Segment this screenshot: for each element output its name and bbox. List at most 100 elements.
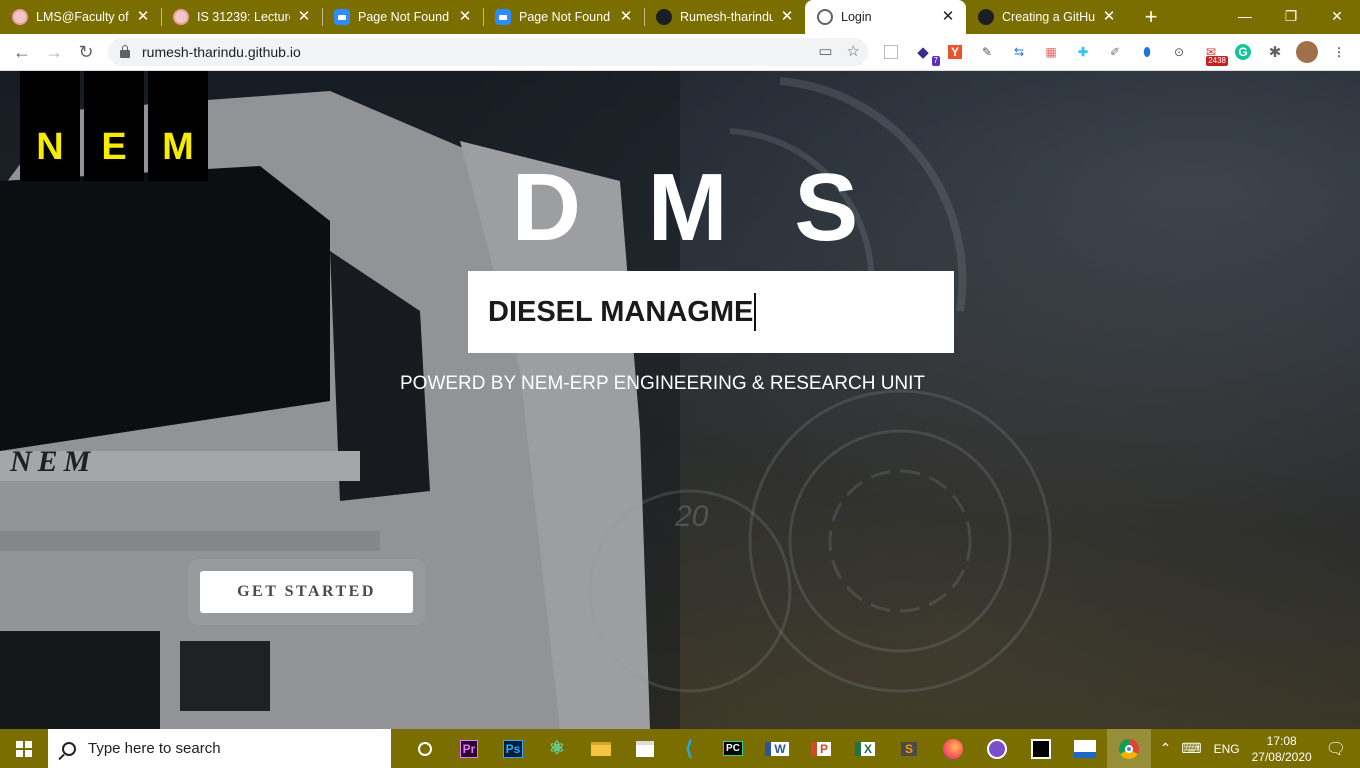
zoom-icon — [334, 9, 350, 25]
extension-dropper-icon[interactable]: ✐ — [1102, 40, 1128, 64]
restore-icon[interactable]: ❐ — [1268, 0, 1314, 32]
atom-icon[interactable]: ⚛ — [535, 729, 579, 768]
word-icon[interactable]: W — [755, 729, 799, 768]
github-icon — [656, 9, 672, 25]
extension-table-icon[interactable]: ▦ — [1038, 40, 1064, 64]
clock-date: 27/08/2020 — [1251, 749, 1312, 764]
sublime-icon[interactable]: S — [887, 729, 931, 768]
close-icon[interactable]: ✕ — [1101, 9, 1117, 25]
logo-letter: N — [20, 71, 80, 181]
logo-letter: E — [84, 71, 144, 181]
get-started-button[interactable]: GET STARTED — [200, 571, 413, 613]
pycharm-icon[interactable]: PC — [711, 729, 755, 768]
close-window-icon[interactable]: ✕ — [1314, 0, 1360, 32]
tab-page-not-found-1[interactable]: Page Not Found - ✕ — [322, 0, 483, 34]
globe-icon — [817, 9, 833, 25]
tab-creating-github[interactable]: Creating a GitHub ✕ — [966, 0, 1127, 34]
clock-time: 17:08 — [1266, 733, 1297, 748]
browser-tab-strip: LMS@Faculty of A ✕ IS 31239: Lecture ✕ P… — [0, 0, 1360, 34]
system-tray: ⌃ ⌨ ENG 17:08 27/08/2020 🗨 — [1160, 729, 1360, 768]
tab-title: Rumesh-tharindu/ — [680, 10, 773, 24]
forward-icon[interactable]: → — [38, 36, 70, 68]
reload-icon[interactable]: ↻ — [70, 36, 102, 68]
logo-letter: M — [148, 71, 208, 181]
close-icon[interactable]: ✕ — [618, 9, 634, 25]
url-text: rumesh-tharindu.github.io — [142, 44, 301, 60]
task-view-icon[interactable] — [403, 729, 447, 768]
back-icon[interactable]: ← — [6, 36, 38, 68]
inkscape-icon[interactable] — [1019, 729, 1063, 768]
zoom-icon — [495, 9, 511, 25]
language-indicator[interactable]: ENG — [1214, 742, 1240, 756]
extension-code-icon[interactable]: ⊙ — [1166, 40, 1192, 64]
store-icon[interactable] — [623, 729, 667, 768]
taskbar-apps: Pr Ps ⚛ ⟨ PC W P X S — [403, 729, 1151, 768]
extension-y-icon[interactable]: Y — [942, 40, 968, 64]
minimize-icon[interactable]: — — [1222, 0, 1268, 32]
powerpoint-icon[interactable]: P — [799, 729, 843, 768]
web-page: NEM 20 N E M D M S DIESEL MANAGME POWERD… — [0, 71, 1360, 729]
firefox-icon[interactable] — [931, 729, 975, 768]
window-controls: — ❐ ✕ — [1222, 0, 1360, 32]
tab-title: Page Not Found - — [358, 10, 451, 24]
clock[interactable]: 17:08 27/08/2020 — [1252, 733, 1312, 765]
notification-icon[interactable]: 🗨 — [1326, 739, 1346, 759]
nem-logo: N E M — [20, 71, 208, 181]
extension-badge: 7 — [931, 56, 940, 66]
cast-icon[interactable]: ▭ — [818, 42, 832, 60]
bookmark-star-icon[interactable]: ☆ — [847, 42, 860, 60]
tab-title: Page Not Found - — [519, 10, 612, 24]
extension-slack-icon[interactable]: ✚ — [1070, 40, 1096, 64]
windows-start-icon[interactable] — [0, 729, 48, 768]
extension-drop-icon[interactable]: ⬮ — [1134, 40, 1160, 64]
extension-mail-icon[interactable]: ✉ 2438 — [1198, 40, 1228, 66]
new-tab-button[interactable]: + — [1131, 0, 1171, 34]
extension-arrows-icon[interactable]: ⇆ — [1006, 40, 1032, 64]
tab-title: LMS@Faculty of A — [36, 10, 129, 24]
github-desktop-icon[interactable] — [975, 729, 1019, 768]
tab-title: Creating a GitHub — [1002, 10, 1095, 24]
lms-icon — [12, 9, 28, 25]
taskbar-search-box[interactable]: Type here to search — [48, 729, 391, 768]
vscode-icon[interactable]: ⟨ — [667, 729, 711, 768]
keyboard-icon[interactable]: ⌨ — [1181, 740, 1201, 757]
profile-avatar[interactable] — [1294, 40, 1320, 64]
tab-title: Login — [841, 10, 872, 24]
typed-text: DIESEL MANAGME — [488, 295, 754, 328]
chrome-icon[interactable] — [1107, 729, 1151, 768]
menu-icon[interactable]: ⋮ — [1326, 40, 1352, 64]
close-icon[interactable]: ✕ — [135, 9, 151, 25]
search-placeholder: Type here to search — [88, 740, 221, 757]
github-icon — [978, 9, 994, 25]
tab-lms[interactable]: LMS@Faculty of A ✕ — [0, 0, 161, 34]
extension-cap-icon[interactable]: ◆ 7 — [910, 40, 940, 66]
premiere-icon[interactable]: Pr — [447, 729, 491, 768]
tab-github-repo[interactable]: Rumesh-tharindu/ ✕ — [644, 0, 805, 34]
address-bar[interactable]: rumesh-tharindu.github.io ▭ ☆ — [108, 38, 868, 66]
close-icon[interactable]: ✕ — [457, 9, 473, 25]
extension-badge: 2438 — [1206, 56, 1228, 66]
extension-grid-icon[interactable] — [878, 40, 904, 64]
windows-taskbar: Type here to search Pr Ps ⚛ ⟨ PC W P X S… — [0, 729, 1360, 768]
typing-banner: DIESEL MANAGME — [468, 271, 954, 353]
text-caret — [754, 293, 757, 331]
whiteboard-icon[interactable] — [1063, 729, 1107, 768]
browser-toolbar: ← → ↻ rumesh-tharindu.github.io ▭ ☆ ◆ 7 Y… — [0, 34, 1360, 71]
chevron-up-icon[interactable]: ⌃ — [1160, 740, 1172, 757]
extensions-area: ◆ 7 Y ✎ ⇆ ▦ ✚ ✐ ⬮ ⊙ ✉ 2438 G ✱ ⋮ — [878, 40, 1352, 66]
close-icon[interactable]: ✕ — [779, 9, 795, 25]
tab-lecture[interactable]: IS 31239: Lecture ✕ — [161, 0, 322, 34]
tab-page-not-found-2[interactable]: Page Not Found - ✕ — [483, 0, 644, 34]
lock-icon — [120, 45, 130, 58]
photoshop-icon[interactable]: Ps — [491, 729, 535, 768]
lms-icon — [173, 9, 189, 25]
extensions-puzzle-icon[interactable]: ✱ — [1262, 40, 1288, 64]
extension-grammarly-icon[interactable]: G — [1230, 40, 1256, 64]
close-icon[interactable]: ✕ — [296, 9, 312, 25]
close-icon[interactable]: ✕ — [940, 9, 956, 25]
file-explorer-icon[interactable] — [579, 729, 623, 768]
excel-icon[interactable]: X — [843, 729, 887, 768]
extension-pen-icon[interactable]: ✎ — [974, 40, 1000, 64]
search-icon — [62, 741, 76, 756]
tab-login[interactable]: Login ✕ — [805, 0, 966, 34]
